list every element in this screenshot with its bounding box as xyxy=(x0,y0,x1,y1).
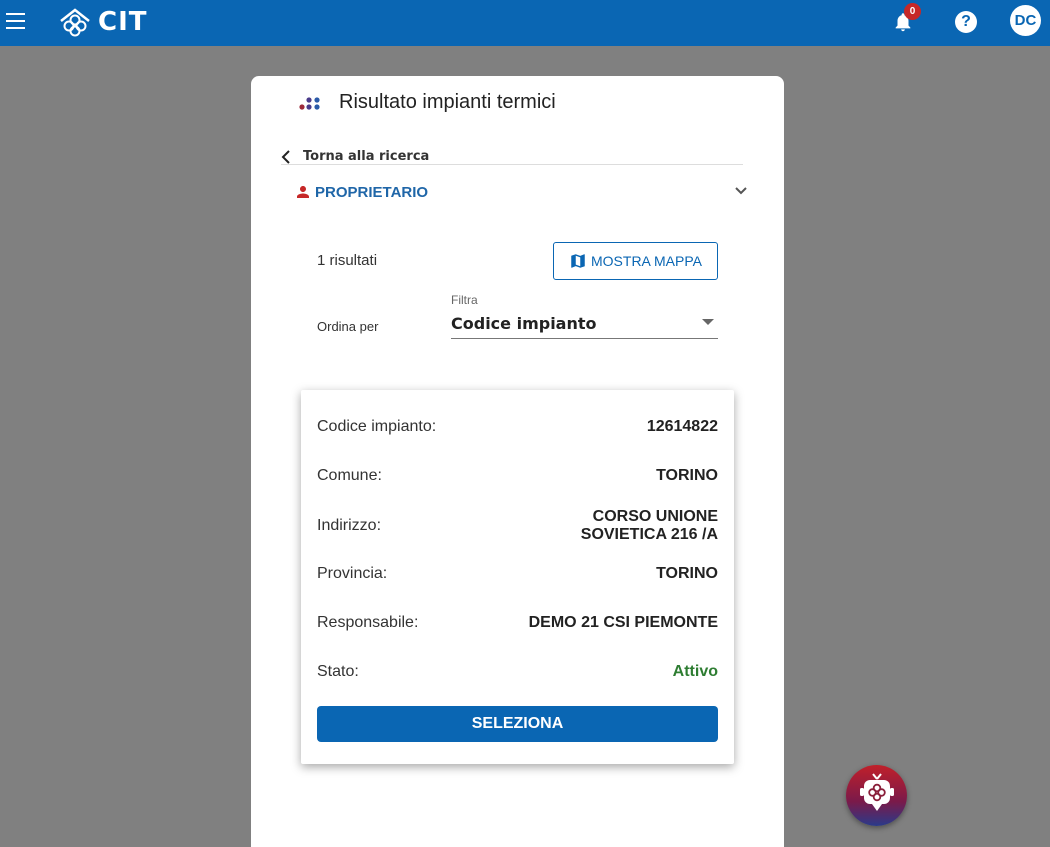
page-title: Risultato impianti termici xyxy=(339,91,556,113)
map-icon xyxy=(571,254,585,268)
help-icon[interactable]: ? xyxy=(955,11,977,33)
back-label: Torna alla ricerca xyxy=(303,149,430,164)
top-app-bar: CIT 0 ? DC xyxy=(0,0,1050,46)
app-logo[interactable]: CIT xyxy=(58,7,148,37)
user-avatar[interactable]: DC xyxy=(1010,5,1041,36)
show-map-button[interactable]: MOSTRA MAPPA xyxy=(553,242,718,280)
status-value: Attivo xyxy=(672,663,718,680)
show-map-label: MOSTRA MAPPA xyxy=(591,253,702,269)
sort-select[interactable]: Codice impianto xyxy=(451,310,718,339)
row-value: TORINO xyxy=(656,467,718,484)
dropdown-arrow-icon xyxy=(702,319,714,325)
row-value: DEMO 21 CSI PIEMONTE xyxy=(528,614,718,631)
row-label: Indirizzo: xyxy=(317,517,382,534)
notification-badge: 0 xyxy=(904,3,921,20)
row-label: Codice impianto: xyxy=(317,418,437,435)
proprietario-accordion[interactable]: PROPRIETARIO xyxy=(294,179,749,205)
row-value: CORSO UNIONE SOVIETICA 216 /A xyxy=(580,508,718,543)
select-button[interactable]: SELEZIONA xyxy=(317,706,718,742)
logo-text: CIT xyxy=(98,7,148,37)
result-card: Codice impianto: 12614822 Comune: TORINO… xyxy=(301,390,734,764)
result-row-provincia: Provincia: TORINO xyxy=(317,565,718,583)
row-value: TORINO xyxy=(656,565,718,582)
result-row-indirizzo: Indirizzo: CORSO UNIONE SOVIETICA 216 /A xyxy=(317,508,718,544)
result-row-codice: Codice impianto: 12614822 xyxy=(317,418,718,436)
chatbot-icon xyxy=(860,773,894,811)
chevron-left-icon xyxy=(281,149,290,164)
cit-logo-icon xyxy=(60,8,90,37)
results-count: 1 risultati xyxy=(317,252,378,269)
result-row-stato: Stato: Attivo xyxy=(317,663,718,681)
row-label: Comune: xyxy=(317,467,382,484)
row-label: Provincia: xyxy=(317,565,388,582)
result-row-comune: Comune: TORINO xyxy=(317,467,718,485)
chatbot-button[interactable] xyxy=(846,765,907,826)
dots-logo-icon xyxy=(299,97,320,110)
result-row-responsabile: Responsabile: DEMO 21 CSI PIEMONTE xyxy=(317,614,718,632)
filter-label: Filtra xyxy=(451,293,478,307)
accordion-label: PROPRIETARIO xyxy=(315,183,429,201)
row-label: Responsabile: xyxy=(317,614,419,631)
sort-select-value: Codice impianto xyxy=(451,314,597,333)
row-value: 12614822 xyxy=(646,418,718,435)
row-label: Stato: xyxy=(317,663,359,680)
chevron-down-icon[interactable] xyxy=(735,187,747,195)
back-to-search-link[interactable]: Torna alla ricerca xyxy=(281,149,429,164)
sort-label: Ordina per xyxy=(317,319,379,334)
person-icon xyxy=(297,186,309,198)
divider xyxy=(281,164,743,165)
hamburger-menu-icon[interactable] xyxy=(6,13,25,29)
